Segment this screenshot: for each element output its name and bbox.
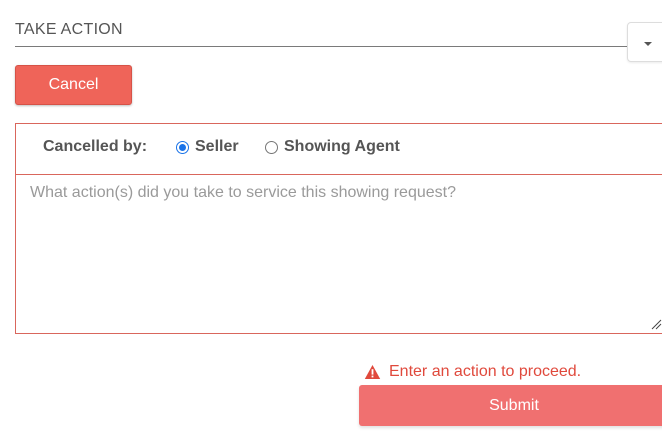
cancelled-by-row: Cancelled by: Seller Showing Agent xyxy=(16,124,662,175)
action-form: Cancelled by: Seller Showing Agent xyxy=(15,123,662,334)
section-title: TAKE ACTION xyxy=(15,21,123,38)
take-action-panel: TAKE ACTION Cancel Cancelled by: Seller … xyxy=(0,0,662,448)
radio-option-seller[interactable]: Seller xyxy=(176,136,239,158)
submit-button[interactable]: Submit xyxy=(359,385,662,426)
cancel-button[interactable]: Cancel xyxy=(15,65,132,105)
radio-showing-agent-label: Showing Agent xyxy=(284,138,400,155)
dropdown-toggle[interactable] xyxy=(627,22,662,62)
radio-seller[interactable] xyxy=(176,140,189,154)
warning-icon xyxy=(364,365,381,379)
action-textarea[interactable] xyxy=(16,175,662,333)
radio-option-showing-agent[interactable]: Showing Agent xyxy=(265,136,400,158)
resize-handle-icon[interactable] xyxy=(650,318,662,330)
validation-text: Enter an action to proceed. xyxy=(389,363,582,380)
caret-down-icon xyxy=(644,42,652,46)
radio-showing-agent[interactable] xyxy=(265,140,278,154)
section-header: TAKE ACTION xyxy=(15,14,627,47)
validation-message: Enter an action to proceed. xyxy=(364,362,581,382)
radio-seller-label: Seller xyxy=(195,138,239,155)
cancelled-by-label: Cancelled by: xyxy=(43,138,148,155)
